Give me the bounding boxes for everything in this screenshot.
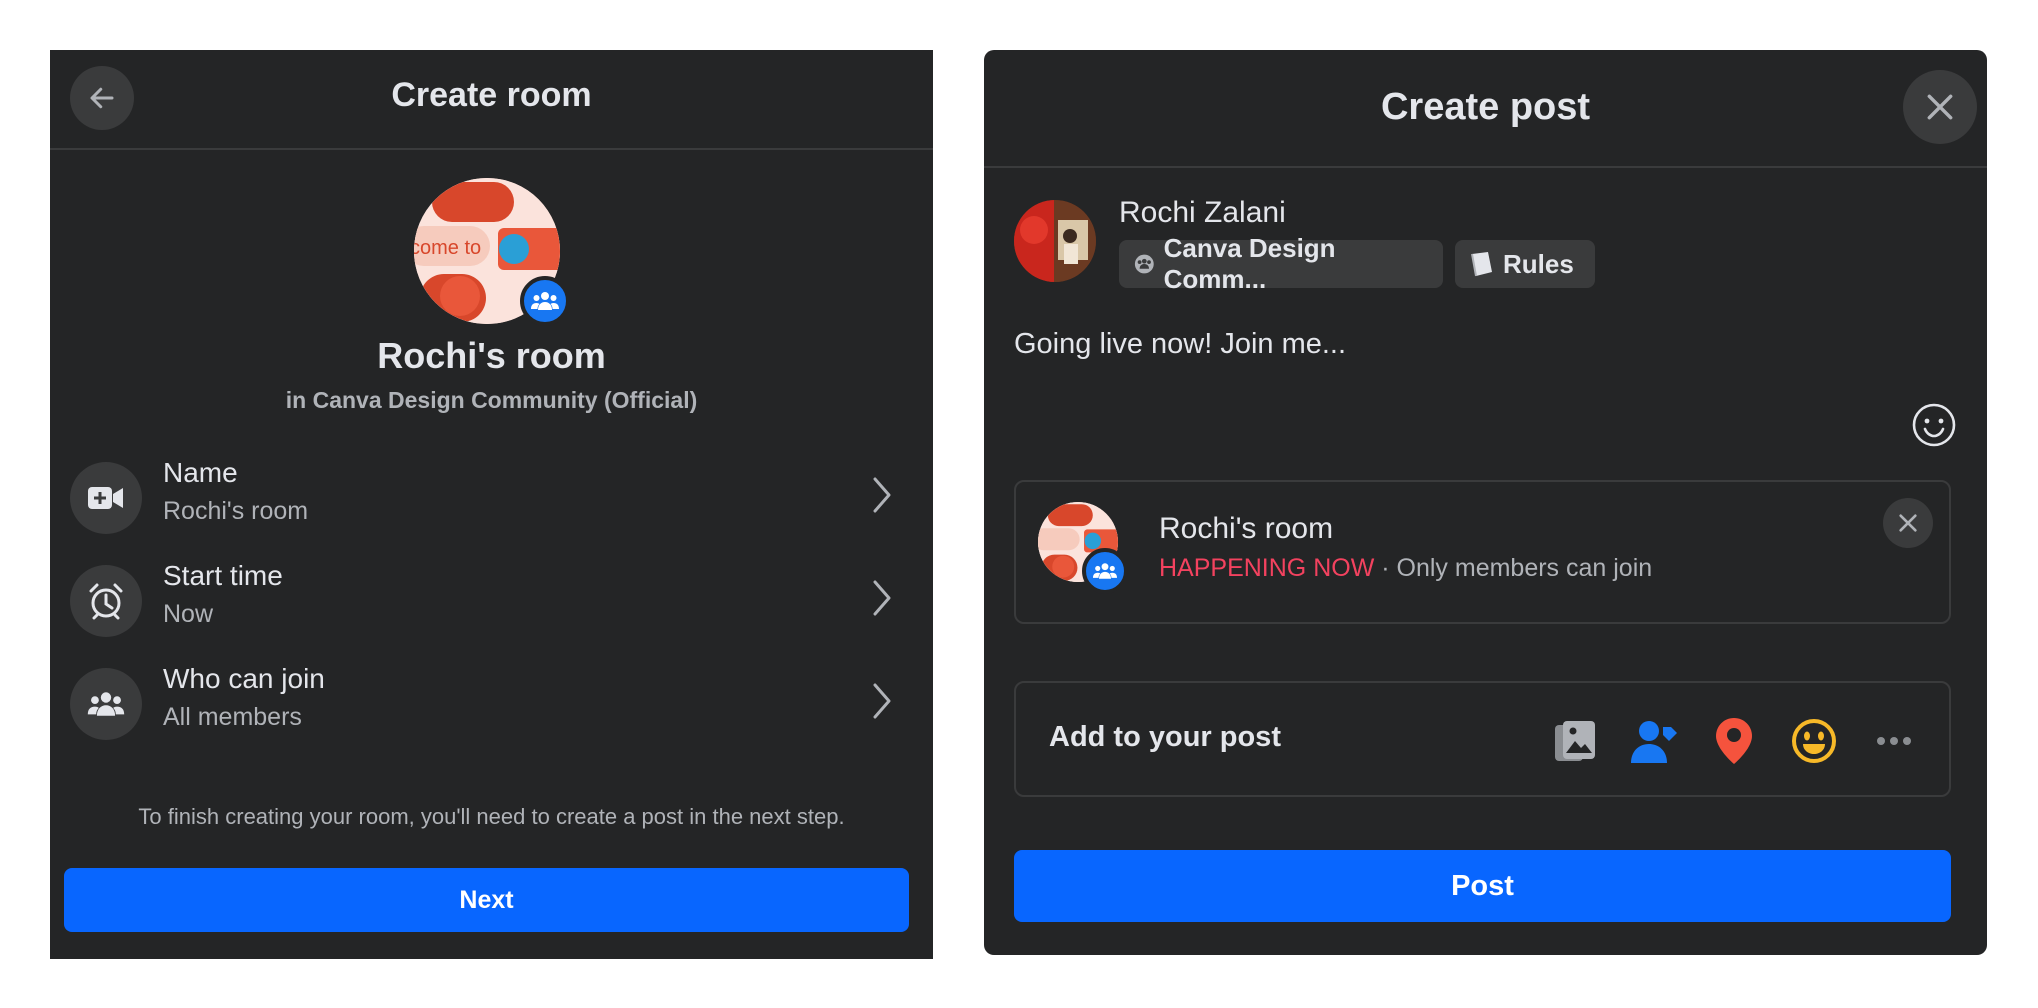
room-attachment-card: Rochi's room HAPPENING NOW · Only member… — [1014, 480, 1951, 624]
option-start-time-value: Now — [163, 600, 214, 628]
svg-text:come to: come to — [414, 237, 481, 259]
post-text-input[interactable]: Going live now! Join me... — [1014, 328, 1346, 361]
user-name: Rochi Zalani — [1119, 196, 1286, 229]
group-badge — [1082, 548, 1128, 594]
group-icon — [531, 292, 559, 310]
happening-now-label: HAPPENING NOW — [1159, 554, 1375, 582]
room-card-subtitle: HAPPENING NOW · Only members can join — [1159, 554, 1652, 583]
video-plus-icon — [70, 462, 142, 534]
chevron-right-icon — [873, 580, 891, 616]
alarm-clock-icon — [70, 565, 142, 637]
user-avatar — [1014, 200, 1096, 282]
room-community: in Canva Design Community (Official) — [285, 387, 698, 413]
tag-people-button[interactable] — [1628, 715, 1680, 767]
option-who-can-join-label: Who can join — [163, 663, 325, 694]
room-card-title: Rochi's room — [1159, 512, 1334, 545]
option-name-label: Name — [163, 457, 238, 488]
group-badge — [520, 276, 570, 326]
finish-note: To finish creating your room, you'll nee… — [138, 804, 845, 829]
more-icon — [1877, 737, 1911, 745]
post-button[interactable]: Post — [1014, 850, 1951, 922]
photo-video-icon — [1555, 721, 1595, 761]
rules-chip[interactable]: Rules — [1455, 240, 1595, 288]
option-who-can-join-value: All members — [163, 703, 302, 731]
group-audience-chip[interactable]: Canva Design Comm... — [1119, 233, 1443, 294]
feeling-emoji-icon — [1792, 719, 1836, 763]
chevron-right-icon — [873, 477, 891, 513]
create-post-title: Create post — [1380, 86, 1591, 128]
group-chip-label: Canva Design Comm... — [1163, 233, 1336, 294]
photo-video-button[interactable] — [1549, 715, 1601, 767]
create-post-panel: Create post Rochi Zalani Canva Design Co… — [984, 50, 1987, 955]
chevron-right-icon — [873, 683, 891, 719]
option-name-value: Rochi's room — [163, 497, 309, 525]
create-room-title: Create room — [391, 76, 592, 114]
audience-label: Only members can join — [1396, 554, 1653, 582]
rules-chip-label: Rules — [1503, 248, 1574, 279]
separator: · — [1374, 554, 1397, 582]
tag-people-icon — [1631, 721, 1677, 763]
option-name[interactable]: Name Rochi's room — [70, 455, 920, 545]
feeling-activity-button[interactable] — [1788, 715, 1840, 767]
emoji-picker-button[interactable] — [1911, 402, 1957, 453]
close-icon — [1899, 514, 1917, 532]
option-start-time[interactable]: Start time Now — [70, 558, 920, 648]
close-icon — [1927, 94, 1953, 120]
smiley-icon — [1912, 403, 1956, 447]
more-button[interactable] — [1868, 715, 1920, 767]
add-to-post-bar: Add to your post — [1014, 681, 1951, 797]
group-icon — [70, 668, 142, 740]
create-post-header: Create post — [984, 50, 1987, 168]
group-icon — [1093, 563, 1117, 579]
option-who-can-join[interactable]: Who can join All members — [70, 661, 920, 751]
room-name: Rochi's room — [377, 335, 606, 376]
close-button[interactable] — [1903, 70, 1977, 144]
book-icon — [1471, 252, 1492, 277]
group-icon — [1134, 254, 1154, 274]
remove-room-button[interactable] — [1883, 498, 1933, 548]
create-room-header: Create room — [50, 50, 933, 150]
check-in-button[interactable] — [1708, 715, 1760, 767]
location-pin-icon — [1716, 718, 1752, 764]
option-start-time-label: Start time — [163, 560, 283, 591]
next-button[interactable]: Next — [64, 868, 909, 932]
add-to-post-label: Add to your post — [1049, 721, 1281, 753]
create-room-panel: Create room come to Rochi's room in Canv… — [50, 50, 933, 959]
